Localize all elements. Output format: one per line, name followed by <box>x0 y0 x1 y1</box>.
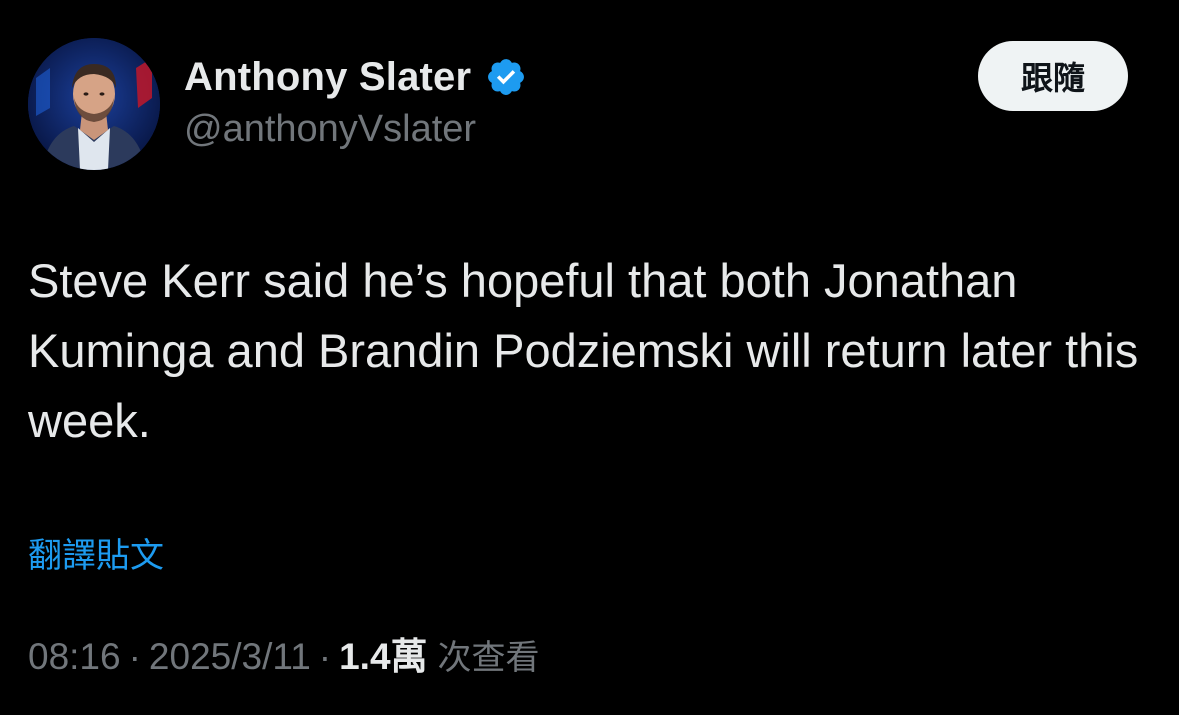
tweet-text: Steve Kerr said he’s hopeful that both J… <box>28 254 1139 447</box>
meta-separator: · <box>128 636 141 677</box>
verified-badge-icon[interactable] <box>485 56 527 98</box>
author-handle[interactable]: @anthonyVslater <box>184 108 476 151</box>
views-count[interactable]: 1.4萬 <box>339 626 427 680</box>
author-display-name[interactable]: Anthony Slater <box>184 55 471 100</box>
translate-post-link[interactable]: 翻譯貼文 <box>28 528 164 577</box>
follow-button[interactable]: 跟隨 <box>978 41 1128 111</box>
tweet-date[interactable]: 2025/3/11 <box>149 636 311 678</box>
avatar-photo-icon <box>28 38 160 170</box>
tweet-meta: 08:16 · 2025/3/11 · 1.4萬 次查看 <box>28 626 540 680</box>
tweet-time[interactable]: 08:16 <box>28 636 121 678</box>
tweet-container: Anthony Slater @anthonyVslater 跟隨 Steve … <box>0 0 1179 715</box>
views-label: 次查看 <box>437 638 540 678</box>
meta-separator: · <box>318 636 332 677</box>
avatar[interactable] <box>28 38 160 170</box>
author-name-row: Anthony Slater <box>184 52 527 102</box>
